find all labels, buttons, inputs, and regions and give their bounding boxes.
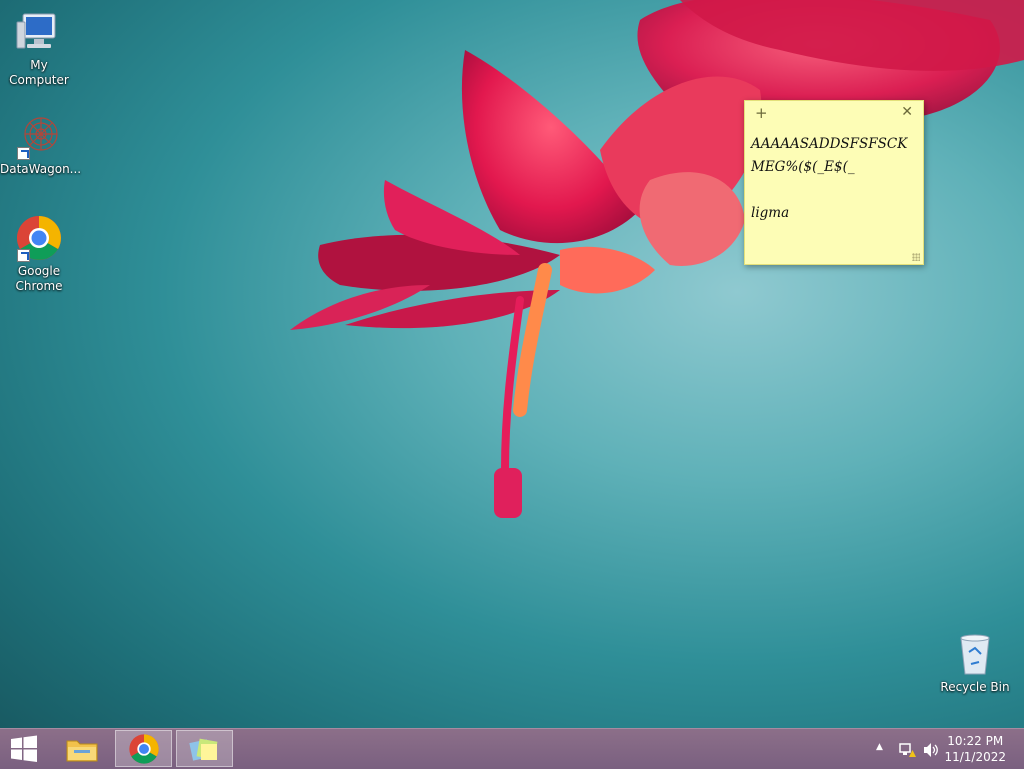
- taskbar-sticky-notes[interactable]: [176, 730, 233, 767]
- clock-date: 11/1/2022: [944, 750, 1006, 764]
- chrome-icon: [15, 214, 63, 262]
- sticky-note[interactable]: + ✕ AAAAASADDSFSFSCKMEG%($(_E$(_ ligma: [744, 100, 924, 265]
- desktop-icon-recycle-bin[interactable]: Recycle Bin: [936, 630, 1014, 695]
- start-button[interactable]: [0, 730, 48, 767]
- chrome-icon: [129, 734, 159, 764]
- taskbar-google-chrome[interactable]: [115, 730, 172, 767]
- desktop-icon-label: Google Chrome: [15, 264, 63, 293]
- close-icon[interactable]: ✕: [901, 104, 913, 120]
- sticky-note-text[interactable]: AAAAASADDSFSFSCKMEG%($(_E$(_ ligma: [745, 127, 923, 225]
- desktop-icon-google-chrome[interactable]: Google Chrome: [0, 214, 78, 294]
- add-note-icon[interactable]: +: [755, 104, 768, 122]
- taskbar-clock[interactable]: 10:22 PM 11/1/2022: [944, 733, 1006, 765]
- sticky-note-titlebar[interactable]: + ✕: [745, 101, 923, 127]
- network-warning-icon[interactable]: [898, 741, 916, 759]
- folder-icon: [66, 740, 98, 762]
- taskbar-file-explorer[interactable]: [54, 730, 111, 767]
- datawagon-icon: [15, 112, 63, 160]
- windows-logo-icon: [11, 735, 37, 762]
- desktop-icon-label: Recycle Bin: [940, 680, 1010, 694]
- computer-icon: [15, 8, 63, 56]
- shortcut-arrow-icon: [17, 249, 30, 262]
- desktop-icon-my-computer[interactable]: My Computer: [0, 8, 78, 88]
- resize-grip-icon[interactable]: [912, 253, 920, 261]
- recycle-bin-icon: [951, 630, 999, 678]
- volume-icon[interactable]: [922, 741, 940, 759]
- shortcut-arrow-icon: [17, 147, 30, 160]
- show-hidden-icons-icon[interactable]: ▲: [876, 742, 883, 752]
- desktop-icon-label: My Computer: [9, 58, 69, 87]
- clock-time: 10:22 PM: [947, 734, 1004, 748]
- sticky-notes-icon: [189, 738, 218, 761]
- desktop-icon-datawagon[interactable]: DataWagon...: [0, 112, 82, 177]
- system-tray: ▲: [870, 729, 940, 769]
- desktop-icon-label: DataWagon...: [0, 162, 82, 176]
- taskbar: ▲ 10:22 PM 11/1/2022: [0, 728, 1024, 769]
